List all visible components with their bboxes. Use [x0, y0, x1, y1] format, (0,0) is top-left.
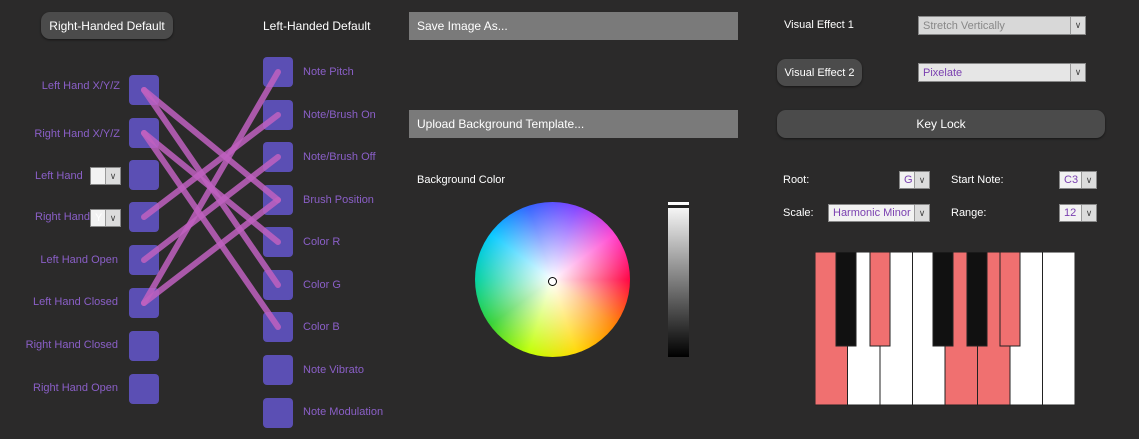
output-node-color-g[interactable]: [263, 270, 293, 300]
wire-left-closed-to-note-pitch: [141, 69, 281, 306]
left-hand-axis-select[interactable]: ∨: [90, 167, 121, 185]
input-node-left-hand-xyz[interactable]: [129, 75, 159, 105]
upload-background-template-button[interactable]: Upload Background Template...: [409, 110, 738, 138]
chevron-down-icon: ∨: [105, 168, 120, 184]
color-wheel-cursor[interactable]: [548, 277, 557, 286]
root-label: Root:: [783, 174, 810, 186]
chevron-down-icon: ∨: [1081, 172, 1096, 188]
input-node-right-hand-open[interactable]: [129, 374, 159, 404]
output-label-note-modulation: Note Modulation: [303, 406, 384, 418]
scale-label: Scale:: [783, 207, 814, 219]
output-node-color-r[interactable]: [263, 227, 293, 257]
input-label-right-hand-xyz: Right Hand X/Y/Z: [34, 128, 120, 140]
output-node-note-pitch[interactable]: [263, 57, 293, 87]
input-node-right-hand[interactable]: [129, 202, 159, 232]
output-label-color-r: Color R: [303, 236, 341, 248]
input-node-left-hand[interactable]: [129, 160, 159, 190]
range-select[interactable]: 12 ∨: [1059, 204, 1097, 222]
output-label-note-brush-on: Note/Brush On: [303, 109, 376, 121]
range-label: Range:: [951, 207, 987, 219]
output-node-brush-position[interactable]: [263, 185, 293, 215]
visual-effect-2-button[interactable]: Visual Effect 2: [777, 59, 862, 86]
piano-key-black-as[interactable]: [999, 252, 1021, 347]
input-label-right-hand: Right Hand: [35, 211, 91, 223]
output-node-note-modulation[interactable]: [263, 398, 293, 428]
chevron-down-icon: ∨: [105, 210, 120, 226]
output-label-note-brush-off: Note/Brush Off: [303, 151, 376, 163]
background-color-label: Background Color: [417, 174, 506, 186]
chevron-down-icon: ∨: [1070, 64, 1085, 81]
start-note-select[interactable]: C3 ∨: [1059, 171, 1097, 189]
wire-left-xyz-to-brush-position: [141, 87, 281, 203]
visual-effect-2-select[interactable]: Pixelate ∨: [918, 63, 1086, 82]
output-label-note-vibrato: Note Vibrato: [303, 364, 364, 376]
input-label-right-hand-closed: Right Hand Closed: [25, 339, 118, 351]
input-node-left-hand-closed[interactable]: [129, 288, 159, 318]
input-label-left-hand-xyz: Left Hand X/Y/Z: [41, 80, 120, 92]
visual-effect-1-label: Visual Effect 1: [784, 19, 854, 31]
wire-left-xyz-to-color-g: [141, 87, 281, 288]
visual-effect-1-select[interactable]: Stretch Vertically ∨: [918, 16, 1086, 35]
output-node-note-brush-on[interactable]: [263, 100, 293, 130]
chevron-down-icon: ∨: [914, 205, 929, 221]
chevron-down-icon: ∨: [914, 172, 929, 188]
piano-key-black-ds[interactable]: [869, 252, 891, 347]
input-label-left-hand-open: Left Hand Open: [40, 254, 118, 266]
input-label-left-hand: Left Hand: [35, 170, 83, 182]
right-handed-default-button[interactable]: Right-Handed Default: [41, 12, 173, 39]
piano-key-white-c2[interactable]: [1042, 252, 1076, 406]
output-label-color-g: Color G: [303, 279, 341, 291]
output-label-brush-position: Brush Position: [303, 194, 374, 206]
input-node-left-hand-open[interactable]: [129, 245, 159, 275]
left-handed-default-button[interactable]: Left-Handed Default: [263, 19, 370, 33]
right-hand-axis-select[interactable]: Y ∨: [90, 209, 121, 227]
key-lock-button[interactable]: Key Lock: [777, 110, 1105, 138]
brightness-slider-handle[interactable]: [668, 205, 689, 208]
output-node-color-b[interactable]: [263, 312, 293, 342]
piano-key-black-fs[interactable]: [932, 252, 954, 347]
output-node-note-brush-off[interactable]: [263, 142, 293, 172]
wire-left-closed-to-brush-position: [141, 197, 281, 306]
save-image-button[interactable]: Save Image As...: [409, 12, 738, 40]
wire-left-open-to-note-brush-off: [141, 154, 281, 263]
piano-key-black-cs[interactable]: [835, 252, 857, 347]
input-node-right-hand-xyz[interactable]: [129, 118, 159, 148]
piano-keyboard[interactable]: [815, 252, 1075, 406]
wire-right-xyz-to-color-r: [141, 130, 281, 245]
start-note-label: Start Note:: [951, 174, 1004, 186]
output-node-note-vibrato[interactable]: [263, 355, 293, 385]
scale-select[interactable]: Harmonic Minor ∨: [828, 204, 930, 222]
output-label-note-pitch: Note Pitch: [303, 66, 354, 78]
chevron-down-icon: ∨: [1081, 205, 1096, 221]
input-label-right-hand-open: Right Hand Open: [33, 382, 118, 394]
input-label-left-hand-closed: Left Hand Closed: [33, 296, 118, 308]
root-select[interactable]: G ∨: [899, 171, 930, 189]
wire-right-xyz-to-color-b: [141, 130, 281, 330]
piano-key-black-gs[interactable]: [966, 252, 988, 347]
chevron-down-icon: ∨: [1070, 17, 1085, 34]
input-node-right-hand-closed[interactable]: [129, 331, 159, 361]
output-label-color-b: Color B: [303, 321, 340, 333]
brightness-slider[interactable]: [668, 202, 689, 357]
wire-right-hand-to-note-brush-on: [141, 112, 281, 220]
